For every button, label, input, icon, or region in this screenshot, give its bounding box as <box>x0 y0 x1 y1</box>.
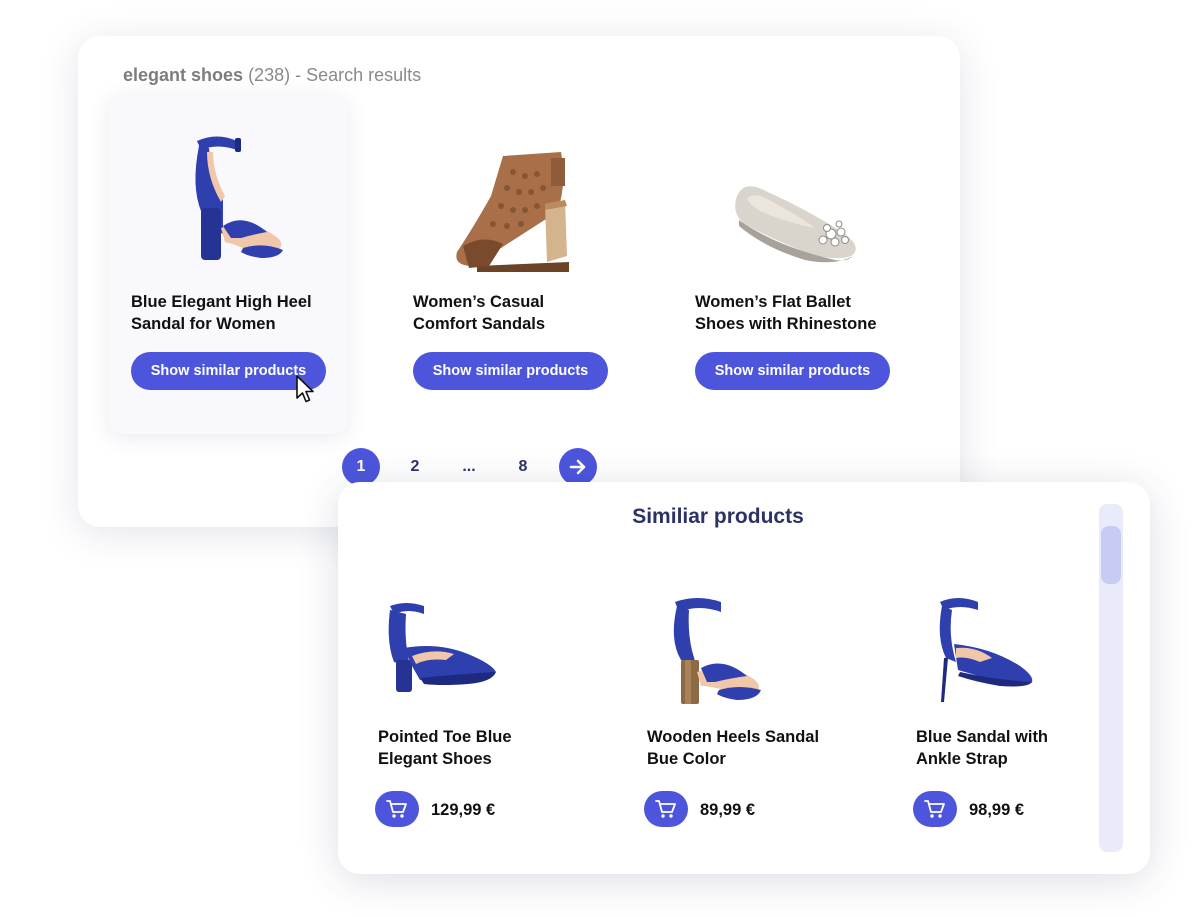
page-2-button[interactable]: 2 <box>396 448 434 486</box>
product-title[interactable]: Blue Elegant High Heel Sandal for Women <box>131 291 331 335</box>
product-image-pointed-toe <box>388 603 496 692</box>
page-8-button[interactable]: 8 <box>504 448 542 486</box>
scrollbar-track[interactable] <box>1099 504 1123 852</box>
product-image-flat-ballet <box>735 186 856 263</box>
add-to-cart-button[interactable] <box>375 791 419 827</box>
product-image-casual-sandals <box>456 152 569 272</box>
arrow-right-icon <box>569 459 586 475</box>
mouse-cursor-icon <box>296 375 314 403</box>
page-ellipsis: ... <box>462 458 476 475</box>
similar-item-title[interactable]: Blue Sandal with Ankle Strap <box>916 726 1106 770</box>
similar-products-panel: Similiar products Pointed Toe Blue Elega… <box>338 482 1150 874</box>
page-1-button[interactable]: 1 <box>342 448 380 486</box>
search-results-heading: elegant shoes (238) - Search results <box>123 65 421 86</box>
add-to-cart-button[interactable] <box>644 791 688 827</box>
cart-icon <box>655 800 676 818</box>
product-title[interactable]: Women’s Casual Comfort Sandals <box>413 291 613 335</box>
similar-item-pointed-toe[interactable]: Pointed Toe Blue Elegant Shoes 129,99 € <box>338 562 558 832</box>
add-to-cart-button[interactable] <box>913 791 957 827</box>
product-image-blue-high-heel <box>195 136 283 260</box>
search-results-card: elegant shoes (238) - Search results Blu… <box>78 36 960 527</box>
similar-item-ankle-strap[interactable]: Blue Sandal with Ankle Strap 98,99 € <box>876 562 1096 832</box>
product-image-ankle-strap <box>939 598 1033 702</box>
product-image-wooden-heels <box>673 598 761 704</box>
next-page-button[interactable] <box>559 448 597 486</box>
results-label: - Search results <box>295 65 422 85</box>
product-title[interactable]: Women’s Flat Ballet Shoes with Rhineston… <box>695 291 895 335</box>
similar-item-wooden-heels[interactable]: Wooden Heels Sandal Bue Color 89,99 € <box>607 562 827 832</box>
price: 129,99 € <box>431 801 496 819</box>
product-card-casual-sandals[interactable]: Women’s Casual Comfort Sandals Show simi… <box>391 94 629 434</box>
product-card-flat-ballet[interactable]: Women’s Flat Ballet Shoes with Rhineston… <box>673 94 911 434</box>
cart-icon <box>386 800 407 818</box>
similar-item-title[interactable]: Wooden Heels Sandal Bue Color <box>647 726 837 770</box>
price: 98,99 € <box>969 801 1025 819</box>
show-similar-products-button[interactable]: Show similar products <box>695 352 890 390</box>
similar-products-title: Similiar products <box>632 505 804 528</box>
search-query: elegant shoes <box>123 65 244 85</box>
cart-icon <box>924 800 945 818</box>
scrollbar-thumb[interactable] <box>1101 526 1121 584</box>
show-similar-products-button[interactable]: Show similar products <box>413 352 608 390</box>
result-count: (238) <box>248 65 291 85</box>
price: 89,99 € <box>700 801 756 819</box>
similar-item-title[interactable]: Pointed Toe Blue Elegant Shoes <box>378 726 568 770</box>
